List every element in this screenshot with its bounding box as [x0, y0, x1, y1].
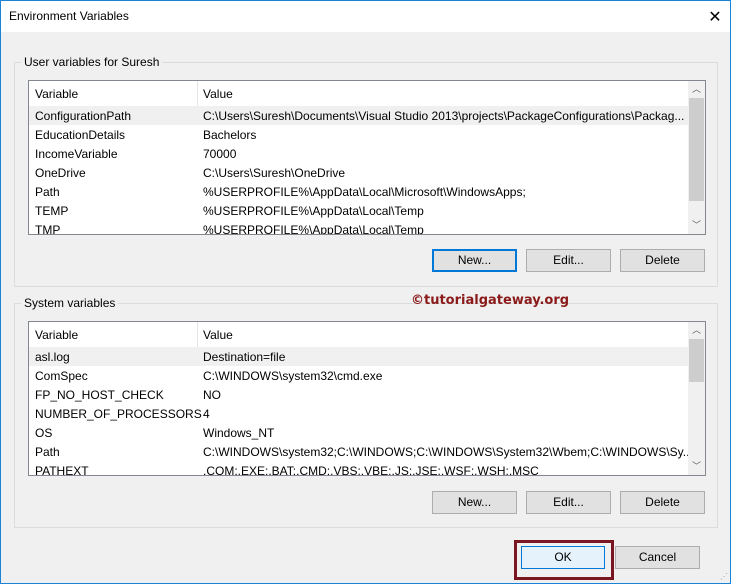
- ok-button[interactable]: OK: [521, 546, 605, 569]
- user-edit-button[interactable]: Edit...: [526, 249, 611, 272]
- user-new-button[interactable]: New...: [432, 249, 517, 272]
- vertical-scrollbar[interactable]: ︿ ﹀: [688, 322, 705, 475]
- table-row[interactable]: Path %USERPROFILE%\AppData\Local\Microsof…: [29, 182, 689, 201]
- cancel-button[interactable]: Cancel: [615, 546, 700, 569]
- table-row[interactable]: EducationDetails Bachelors: [29, 125, 689, 144]
- variable-name: IncomeVariable: [35, 147, 118, 161]
- list-header: Variable Value: [29, 81, 689, 106]
- variable-name: OS: [35, 426, 53, 440]
- system-variables-list[interactable]: Variable Value asl.log Destination=file Co…: [28, 321, 706, 476]
- table-row[interactable]: OneDrive C:\Users\Suresh\OneDrive: [29, 163, 689, 182]
- table-row[interactable]: TMP %USERPROFILE%\AppData\Local\Temp: [29, 220, 689, 235]
- list-header: Variable Value: [29, 322, 689, 347]
- variable-name: EducationDetails: [35, 128, 126, 142]
- system-new-button[interactable]: New...: [432, 491, 517, 514]
- column-header-variable[interactable]: Variable: [35, 328, 78, 342]
- variable-value: .COM;.EXE;.BAT;.CMD;.VBS;.VBE;.JS;.JSE;.…: [203, 464, 539, 476]
- table-row[interactable]: asl.log Destination=file: [29, 347, 689, 366]
- scroll-up-icon[interactable]: ︿: [688, 322, 705, 339]
- table-row[interactable]: FP_NO_HOST_CHECK NO: [29, 385, 689, 404]
- variable-value: %USERPROFILE%\AppData\Local\Temp: [203, 204, 424, 218]
- variable-name: Path: [35, 445, 60, 459]
- table-row[interactable]: PATHEXT .COM;.EXE;.BAT;.CMD;.VBS;.VBE;.JS…: [29, 461, 689, 476]
- variable-value: C:\Users\Suresh\Documents\Visual Studio …: [203, 109, 685, 123]
- scroll-up-icon[interactable]: ︿: [688, 81, 705, 98]
- column-header-variable[interactable]: Variable: [35, 87, 78, 101]
- column-header-value[interactable]: Value: [203, 87, 233, 101]
- variable-value: 70000: [203, 147, 237, 161]
- system-variables-label: System variables: [21, 296, 119, 310]
- scroll-down-icon[interactable]: ﹀: [688, 458, 705, 475]
- variable-value: Windows_NT: [203, 426, 275, 440]
- variable-name: OneDrive: [35, 166, 86, 180]
- user-variables-group: User variables for Suresh Variable Value…: [14, 55, 718, 287]
- variable-name: TMP: [35, 223, 61, 235]
- variable-name: NUMBER_OF_PROCESSORS: [35, 407, 202, 421]
- user-delete-button[interactable]: Delete: [620, 249, 705, 272]
- variable-value: Destination=file: [203, 350, 286, 364]
- variable-value: C:\Users\Suresh\OneDrive: [203, 166, 346, 180]
- environment-variables-dialog: Environment Variables ✕ User variables f…: [0, 0, 731, 584]
- variable-value: C:\WINDOWS\system32;C:\WINDOWS;C:\WINDOW…: [203, 445, 693, 459]
- user-variables-list[interactable]: Variable Value ConfigurationPath C:\Users…: [28, 80, 706, 235]
- variable-value: %USERPROFILE%\AppData\Local\Temp: [203, 223, 424, 235]
- variable-value: Bachelors: [203, 128, 257, 142]
- table-row[interactable]: ConfigurationPath C:\Users\Suresh\Documen…: [29, 106, 689, 125]
- resize-grip-icon[interactable]: ⋰: [720, 572, 728, 581]
- system-edit-button[interactable]: Edit...: [526, 491, 611, 514]
- variable-value: NO: [203, 388, 221, 402]
- variable-name: asl.log: [35, 350, 70, 364]
- close-icon[interactable]: ✕: [700, 1, 730, 32]
- system-variables-group: System variables Variable Value asl.log D…: [14, 296, 718, 528]
- variable-name: ComSpec: [35, 369, 88, 383]
- table-row[interactable]: TEMP %USERPROFILE%\AppData\Local\Temp: [29, 201, 689, 220]
- title-bar: Environment Variables ✕: [1, 1, 730, 32]
- variable-name: TEMP: [35, 204, 69, 218]
- column-divider[interactable]: [197, 81, 198, 106]
- watermark: ©tutorialgateway.org: [411, 293, 570, 308]
- column-divider[interactable]: [197, 322, 198, 347]
- table-row[interactable]: Path C:\WINDOWS\system32;C:\WINDOWS;C:\WI…: [29, 442, 693, 461]
- scrollbar-thumb[interactable]: [689, 339, 704, 382]
- variable-name: ConfigurationPath: [35, 109, 132, 123]
- variable-name: PATHEXT: [35, 464, 89, 476]
- variable-name: FP_NO_HOST_CHECK: [35, 388, 164, 402]
- table-row[interactable]: ComSpec C:\WINDOWS\system32\cmd.exe: [29, 366, 689, 385]
- table-row[interactable]: IncomeVariable 70000: [29, 144, 689, 163]
- dialog-title: Environment Variables: [9, 9, 129, 23]
- variable-value: C:\WINDOWS\system32\cmd.exe: [203, 369, 383, 383]
- table-row[interactable]: NUMBER_OF_PROCESSORS 4: [29, 404, 689, 423]
- variable-name: Path: [35, 185, 60, 199]
- system-delete-button[interactable]: Delete: [620, 491, 705, 514]
- variable-value: 4: [203, 407, 210, 421]
- user-variables-label: User variables for Suresh: [21, 55, 163, 69]
- vertical-scrollbar[interactable]: ︿ ﹀: [688, 81, 705, 234]
- column-header-value[interactable]: Value: [203, 328, 233, 342]
- table-row[interactable]: OS Windows_NT: [29, 423, 689, 442]
- variable-value: %USERPROFILE%\AppData\Local\Microsoft\Wi…: [203, 185, 526, 199]
- scrollbar-thumb[interactable]: [689, 98, 704, 201]
- scroll-down-icon[interactable]: ﹀: [688, 217, 705, 234]
